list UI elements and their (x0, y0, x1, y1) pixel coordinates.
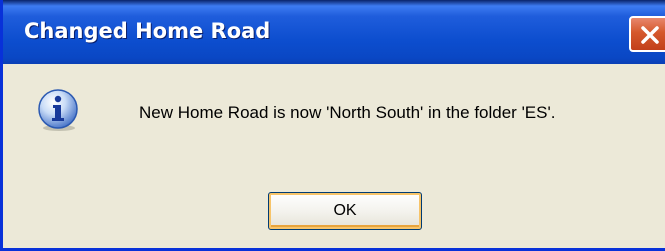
window-title: Changed Home Road (24, 19, 271, 43)
title-bar[interactable]: Changed Home Road (3, 0, 665, 64)
info-icon (38, 89, 78, 131)
close-button[interactable] (629, 16, 665, 52)
dialog-message: New Home Road is now 'North South' in th… (139, 103, 556, 122)
message-dialog: Changed Home Road New Home Road is now '… (0, 0, 665, 251)
close-icon (641, 26, 659, 44)
ok-button[interactable]: OK (268, 192, 422, 230)
